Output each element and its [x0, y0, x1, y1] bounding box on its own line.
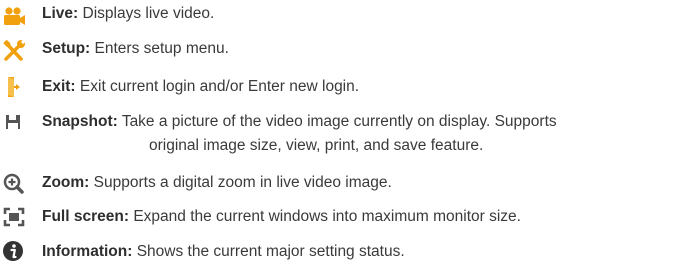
item-text: Full screen: Expand the current windows … [42, 206, 521, 227]
item-desc: Take a picture of the video image curren… [121, 113, 557, 130]
item-label: Live: [42, 5, 79, 22]
setup-tools-icon [2, 39, 26, 61]
exit-door-icon [2, 75, 26, 97]
item-label: Setup: [42, 40, 91, 57]
information-icon [2, 240, 26, 262]
item-text: Zoom: Supports a digital zoom in live vi… [42, 172, 392, 193]
item-desc: Displays live video. [82, 5, 215, 22]
item-text: Information: Shows the current major set… [42, 241, 405, 262]
item-label: Exit: [42, 78, 76, 95]
item-desc: Enters setup menu. [94, 40, 229, 57]
item-text: Live: Displays live video. [42, 3, 214, 24]
snapshot-floppy-icon [2, 112, 26, 134]
item-label: Full screen: [42, 208, 129, 225]
item-desc: Expand the current windows into maximum … [133, 208, 521, 225]
item-desc: Exit current login and/or Enter new logi… [79, 78, 360, 95]
fullscreen-icon [2, 206, 26, 228]
item-desc: Supports a digital zoom in live video im… [93, 174, 392, 191]
item-desc-continued: original image size, view, print, and sa… [149, 137, 484, 154]
item-text: Exit: Exit current login and/or Enter ne… [42, 76, 359, 97]
item-label: Information: [42, 243, 133, 260]
item-label: Zoom: [42, 174, 90, 191]
item-text: Setup: Enters setup menu. [42, 38, 229, 59]
item-desc: Shows the current major setting status. [136, 243, 405, 260]
item-text: Snapshot: Take a picture of the video im… [42, 111, 557, 132]
item-label: Snapshot: [42, 113, 118, 130]
zoom-magnifier-icon [2, 172, 26, 194]
live-camera-icon [2, 5, 26, 27]
